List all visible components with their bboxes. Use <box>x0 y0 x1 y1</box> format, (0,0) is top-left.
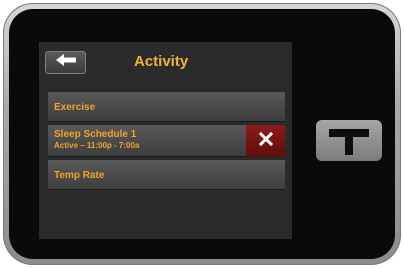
list-item-sleep-schedule[interactable]: Sleep Schedule 1 Active – 11:00p - 7:00a <box>48 125 285 157</box>
left-arrow-icon <box>55 53 77 72</box>
list-item-label: Exercise <box>54 102 96 113</box>
list-item-temp-rate[interactable]: Temp Rate <box>48 160 285 190</box>
list-item-exercise[interactable]: Exercise <box>48 92 285 122</box>
home-button[interactable] <box>316 120 382 161</box>
list-item-label: Sleep Schedule 1 <box>54 129 137 140</box>
back-button[interactable] <box>45 51 86 74</box>
list-item-status: Active – 11:00p - 7:00a <box>54 141 140 150</box>
close-icon <box>258 131 273 151</box>
screen-header: Activity <box>39 42 292 80</box>
device-shell: Activity Exercise Sleep Schedule 1 Activ… <box>3 3 401 265</box>
page-title: Activity <box>134 53 189 70</box>
touch-screen: Activity Exercise Sleep Schedule 1 Activ… <box>39 42 292 239</box>
delete-button[interactable] <box>246 125 285 157</box>
device-bezel: Activity Exercise Sleep Schedule 1 Activ… <box>9 9 395 259</box>
t-logo-icon <box>316 120 382 161</box>
list-item-label: Temp Rate <box>54 170 105 181</box>
